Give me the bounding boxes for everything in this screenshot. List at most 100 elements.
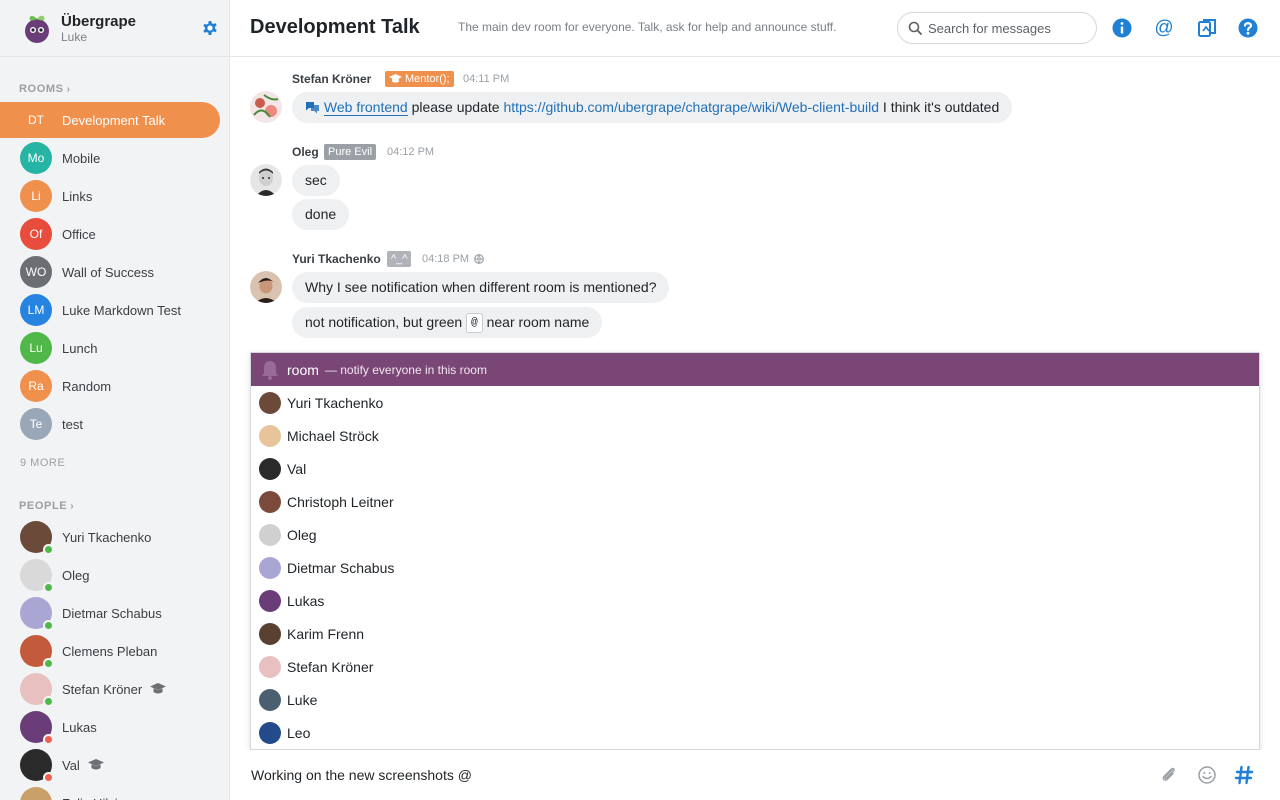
sidebar-room-item[interactable]: WO Wall of Success (0, 254, 220, 290)
search-icon (908, 21, 922, 35)
message-author[interactable]: Stefan Kröner (292, 72, 371, 86)
sidebar-room-item[interactable]: DT Development Talk (0, 102, 220, 138)
avatar[interactable] (250, 271, 282, 303)
avatar (259, 556, 281, 579)
stefan-avatar-icon (250, 91, 282, 123)
avatar (20, 749, 54, 783)
attachment-icon[interactable] (1159, 765, 1179, 785)
sidebar-person-item[interactable]: Val (0, 747, 220, 783)
search-box[interactable] (897, 12, 1097, 44)
mention-option-user[interactable]: Yuri Tkachenko (251, 386, 1259, 419)
avatar (259, 655, 281, 678)
sidebar-person-item[interactable]: Lukas (0, 709, 220, 745)
avatar (20, 635, 54, 669)
mention-user-name: Leo (287, 724, 311, 741)
avatar (259, 457, 281, 480)
grape-logo-icon[interactable] (22, 12, 52, 44)
sidebar-person-item[interactable]: Stefan Kröner (0, 671, 220, 707)
shared-files-icon[interactable] (1196, 17, 1218, 39)
avatar (20, 559, 54, 593)
sidebar-room-item[interactable]: Ra Random (0, 368, 220, 404)
hashtag-icon[interactable] (1234, 765, 1254, 785)
help-icon[interactable] (1237, 17, 1259, 39)
org-name[interactable]: Übergrape (61, 13, 136, 30)
emoji-icon[interactable] (1197, 765, 1217, 785)
message-group: Stefan Kröner Mentor(); 04:11 PM Web fro… (250, 69, 1250, 129)
gear-icon[interactable] (200, 18, 220, 38)
message-input[interactable] (251, 764, 1131, 786)
rooms-title-label: ROOMS (19, 83, 64, 95)
sidebar-person-label: Yuri Tkachenko (62, 529, 152, 545)
sidebar-room-item[interactable]: Of Office (0, 216, 220, 252)
role-badge: Pure Evil (324, 144, 377, 160)
mention-option-user[interactable]: Oleg (251, 518, 1259, 551)
mention-option-user[interactable]: Val (251, 452, 1259, 485)
role-badge: ^_^ (387, 251, 412, 267)
sidebar-room-item[interactable]: Li Links (0, 178, 220, 214)
mention-option-user[interactable]: Lukas (251, 584, 1259, 617)
sidebar-person-item[interactable]: Dietmar Schabus (0, 595, 220, 631)
status-dot (43, 658, 54, 669)
rooms-section-title[interactable]: ROOMS › (19, 83, 71, 95)
message-author[interactable]: Yuri Tkachenko (292, 252, 381, 266)
sidebar-person-label: Dietmar Schabus (62, 605, 162, 621)
mention-autocomplete: room — notify everyone in this room Yuri… (250, 352, 1260, 750)
avatar (259, 688, 281, 711)
sidebar-room-label: test (62, 416, 83, 432)
sidebar-room-item[interactable]: Mo Mobile (0, 140, 220, 176)
message-bubble: sec (292, 165, 340, 196)
room-header: Development Talk The main dev room for e… (230, 0, 1280, 57)
room-badge: DT (28, 113, 44, 127)
sidebar-room-label: Links (62, 188, 93, 204)
sidebar-room-label: Wall of Success (62, 264, 154, 280)
message-group: Yuri Tkachenko ^_^ 04:18 PM Why I see no… (250, 249, 950, 341)
mention-user-name: Karim Frenn (287, 625, 365, 642)
sidebar-room-label: Luke Markdown Test (62, 302, 181, 318)
people-section-title[interactable]: PEOPLE › (19, 500, 74, 512)
sidebar-person-item[interactable]: Yuri Tkachenko (0, 519, 220, 555)
sidebar-room-item[interactable]: Te test (0, 406, 220, 442)
room-link[interactable]: Web frontend (323, 99, 408, 116)
room-badge: Ra (20, 370, 52, 402)
mention-option-user[interactable]: Stefan Kröner (251, 650, 1259, 683)
url-link[interactable]: https://github.com/ubergrape/chatgrape/w… (503, 99, 879, 115)
mention-user-name: Luke (287, 691, 318, 708)
info-icon[interactable] (1111, 17, 1133, 39)
mention-option-user[interactable]: Christoph Leitner (251, 485, 1259, 518)
avatar (20, 597, 54, 631)
room-badge: Te (20, 408, 52, 440)
mentions-icon[interactable]: @ (1153, 17, 1175, 39)
search-input[interactable] (928, 20, 1088, 36)
mention-option-user[interactable]: Leo (251, 716, 1259, 749)
sidebar-room-item[interactable]: Lu Lunch (0, 330, 220, 366)
role-label: Mentor(); (405, 73, 450, 85)
sidebar-person-item[interactable]: Felix Hilzinger (0, 785, 220, 800)
status-dot (43, 620, 54, 631)
avatar (259, 721, 281, 744)
message-time: 04:18 PM (422, 253, 470, 265)
avatar[interactable] (250, 91, 282, 123)
room-badge: Mo (20, 142, 52, 174)
mention-option-user[interactable]: Michael Ströck (251, 419, 1259, 452)
sidebar-person-item[interactable]: Clemens Pleban (0, 633, 220, 669)
sidebar-room-item[interactable]: LM Luke Markdown Test (0, 292, 220, 328)
avatar (259, 424, 281, 447)
message-text: not notification, but green (305, 314, 467, 330)
status-dot (43, 734, 54, 745)
sidebar-room-label: Lunch (62, 340, 98, 356)
mention-option-user[interactable]: Luke (251, 683, 1259, 716)
mention-user-name: Michael Ströck (287, 427, 379, 444)
message-author[interactable]: Oleg (292, 145, 319, 159)
mention-user-name: Oleg (287, 526, 317, 543)
more-rooms-link[interactable]: 9 MORE (20, 457, 65, 469)
sidebar-room-label: Random (62, 378, 112, 394)
avatar[interactable] (250, 164, 282, 196)
mention-option-user[interactable]: Dietmar Schabus (251, 551, 1259, 584)
avatar (20, 787, 52, 800)
mention-option-user[interactable]: Karim Frenn (251, 617, 1259, 650)
sidebar: Übergrape Luke ROOMS › DT Development Talk… (0, 0, 230, 800)
avatar (259, 490, 281, 513)
mention-option-room[interactable]: room — notify everyone in this room (251, 353, 1259, 386)
message-bubble: Why I see notification when different ro… (292, 272, 670, 303)
sidebar-person-item[interactable]: Oleg (0, 557, 220, 593)
